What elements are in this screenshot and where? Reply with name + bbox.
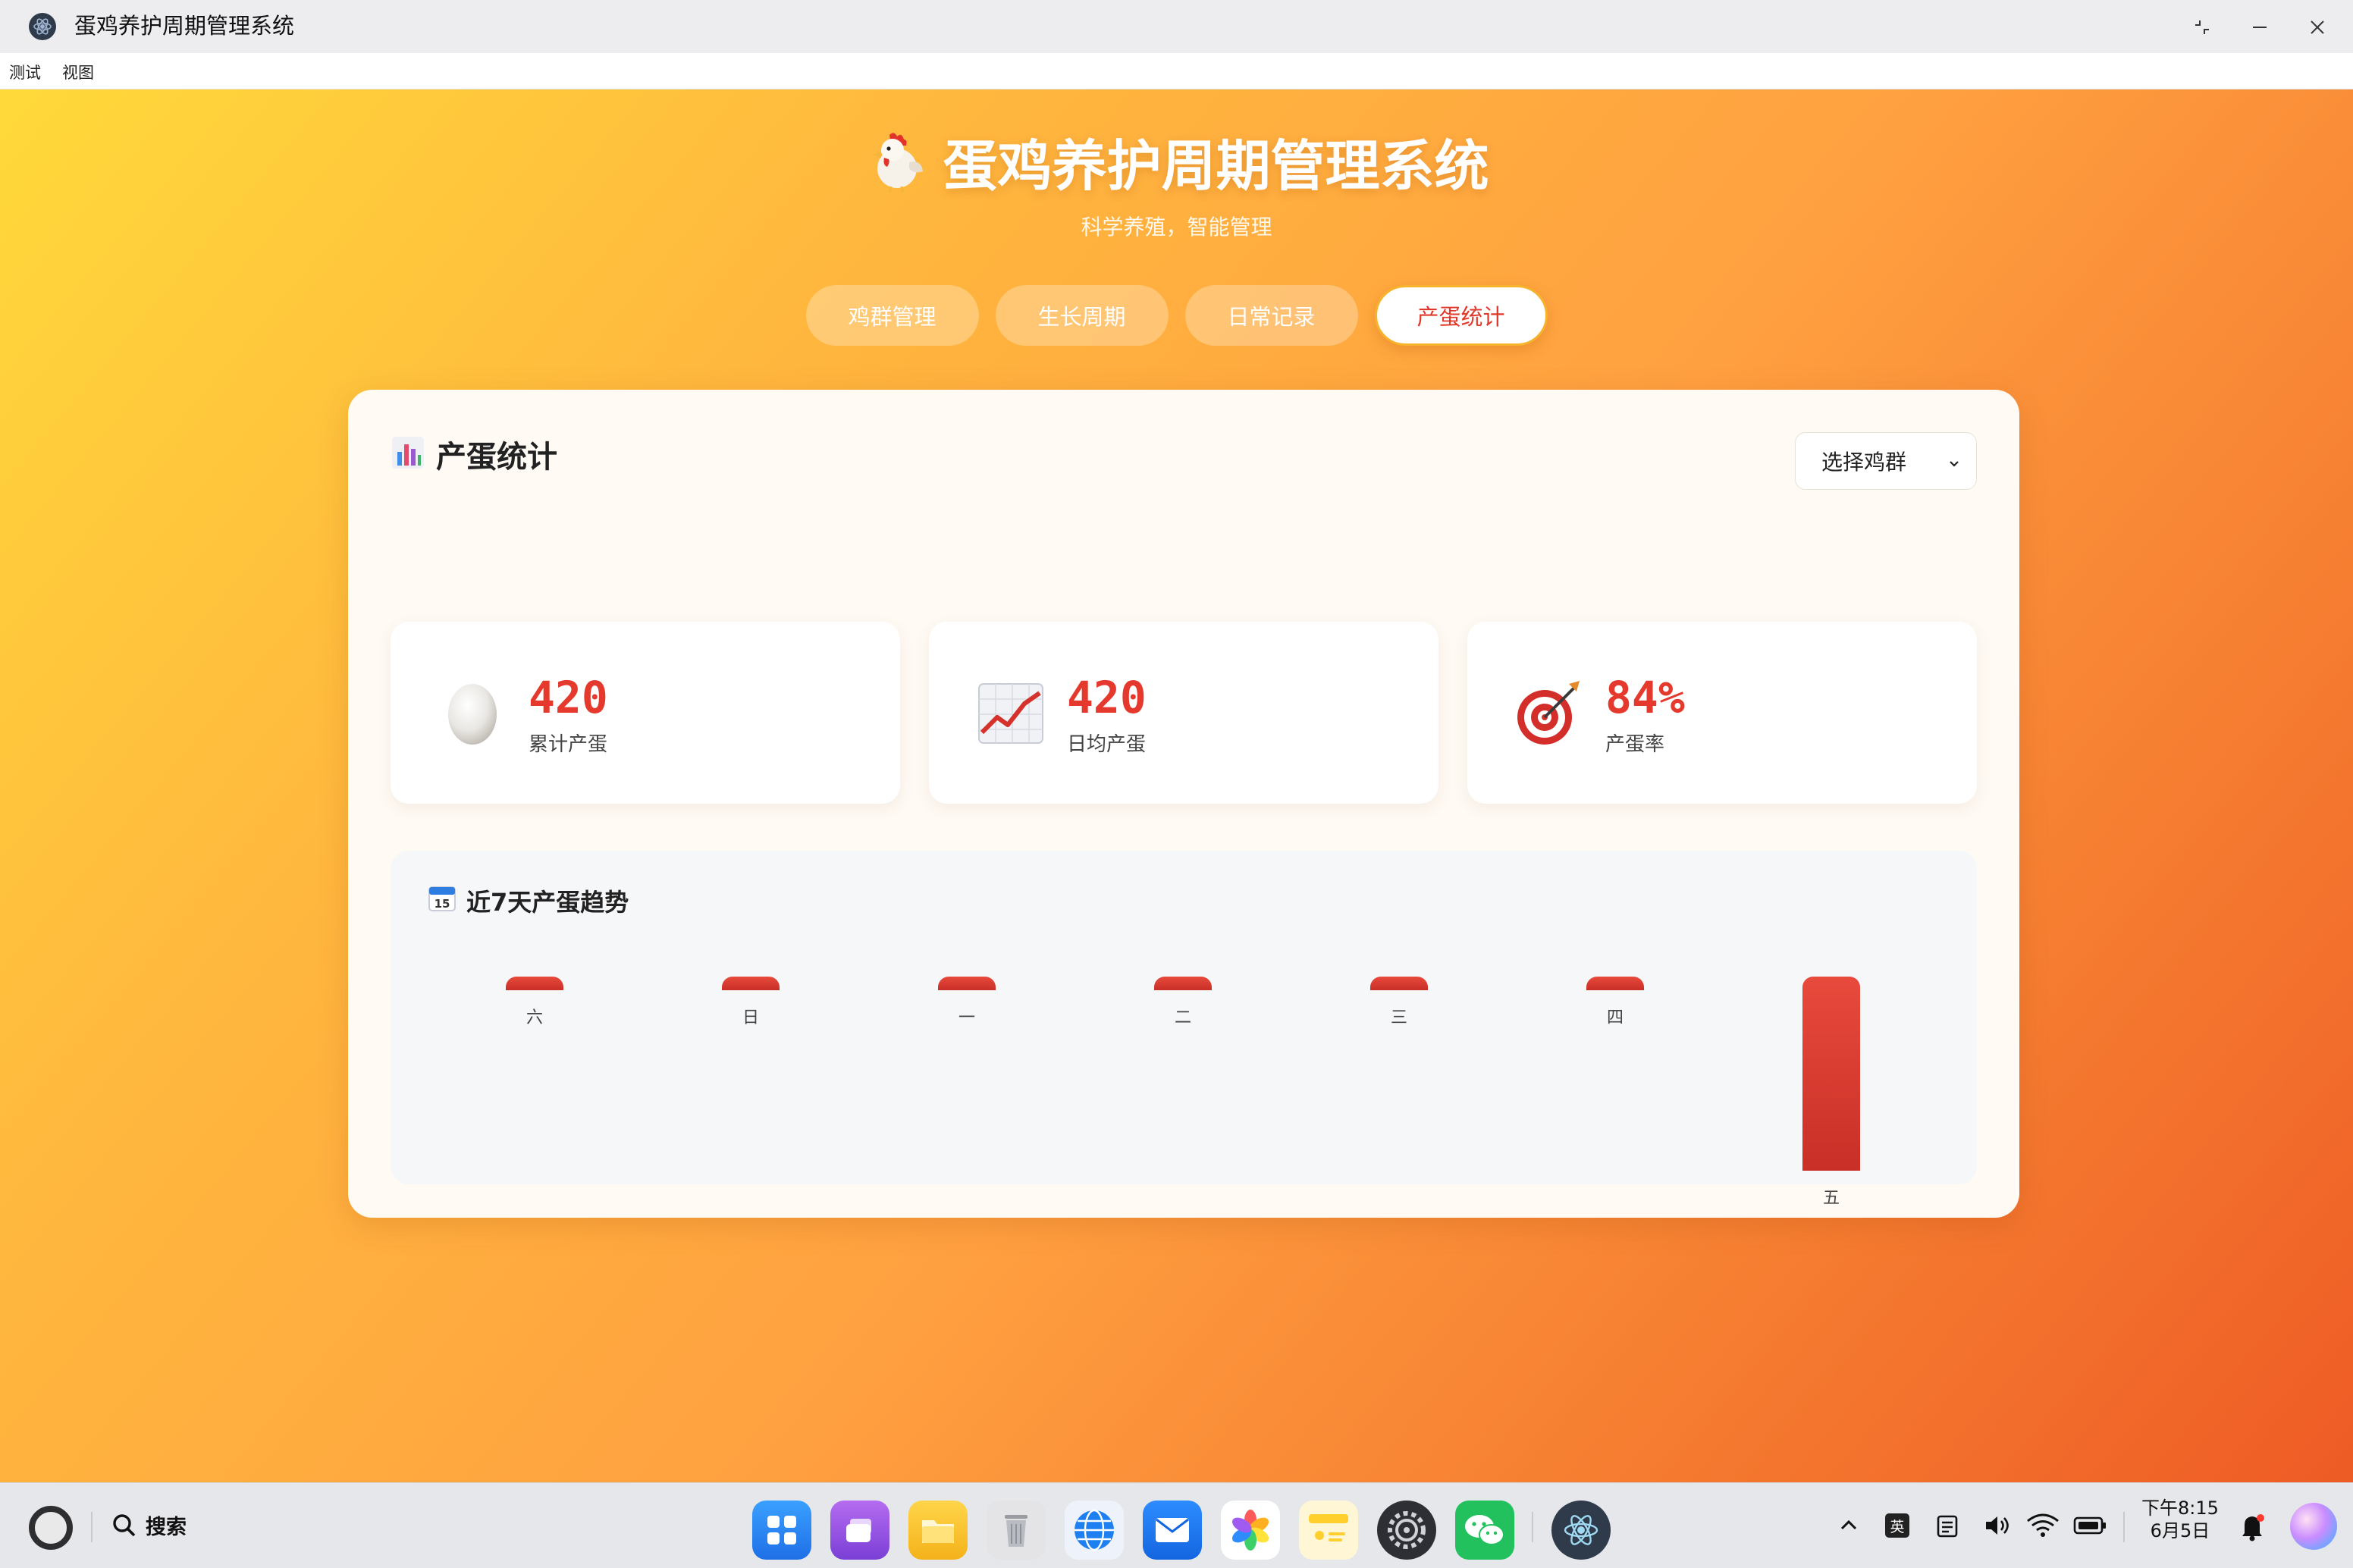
assistant-icon[interactable] [2290,1503,2337,1550]
app-title: 蛋鸡养护周期管理系统 [943,134,1489,199]
taskbar: 搜索 英 下午8:15 6月5日 [0,1482,2353,1568]
bar-label-5: 四 [1606,1008,1624,1027]
trash-icon[interactable] [987,1501,1046,1560]
ime-icon[interactable]: 英 [1884,1510,1911,1541]
bar-chart-icon [391,435,425,479]
minimize-icon[interactable] [2243,11,2276,44]
title-bar: 蛋鸡养护周期管理系统 [0,0,2353,53]
bar-5 [1586,977,1644,990]
menu-item-view[interactable]: 视图 [62,61,94,83]
wifi-icon[interactable] [2025,1510,2061,1541]
stat-card-total-eggs: 420 累计产蛋 [391,622,900,804]
app-content: 蛋鸡养护周期管理系统 科学养殖，智能管理 鸡群管理 生长周期 日常记录 产蛋统计… [0,89,2353,1482]
bar-label-3: 二 [1174,1008,1191,1027]
clock[interactable]: 下午8:15 6月5日 [2141,1497,2219,1542]
bar-label-1: 日 [742,1008,759,1027]
hero-title: 蛋鸡养护周期管理系统 [0,129,2353,212]
rooster-icon [864,129,929,212]
stat-label: 产蛋率 [1605,733,1665,756]
taskbar-divider [91,1512,93,1542]
menu-bar: 测试 视图 [0,53,2353,89]
target-icon [1513,676,1586,749]
stat-value: 84% [1605,672,1685,723]
stat-label: 日均产蛋 [1067,733,1147,756]
bar-label-0: 六 [526,1008,543,1027]
window-title: 蛋鸡养护周期管理系统 [74,13,295,39]
launcher-icon[interactable] [752,1501,811,1560]
electron-app-icon[interactable] [1551,1501,1611,1560]
multitask-icon[interactable] [830,1501,889,1560]
chevron-up-icon[interactable] [1835,1510,1862,1541]
search-label: 搜索 [146,1516,187,1539]
app-icon [29,13,56,40]
bar-area: 六 日 一 二 三 四五 [391,851,1977,1208]
tab-daily-records[interactable]: 日常记录 [1184,285,1358,346]
dock-divider [1532,1512,1533,1542]
taskbar-search[interactable]: 搜索 [111,1510,187,1540]
clock-time: 下午8:15 [2141,1497,2219,1519]
stat-label: 累计产蛋 [529,733,608,756]
notification-bell-icon[interactable] [2237,1510,2267,1544]
bar-1 [722,977,780,990]
stats-row: 420 累计产蛋 420 日均产蛋 84% 产蛋率 [391,622,1977,804]
bar-6 [1802,977,1860,1171]
egg-trend-chart: 15 近7天产蛋趋势 六日一二三四五 [391,851,1977,1208]
ime-label: 英 [1885,1513,1909,1538]
app-subtitle: 科学养殖，智能管理 [1081,215,1272,240]
notes-icon[interactable] [1299,1501,1358,1560]
stat-value: 420 [529,672,608,723]
stat-card-daily-average: 420 日均产蛋 [929,622,1438,804]
stat-card-laying-rate: 84% 产蛋率 [1467,622,1977,804]
tab-egg-statistics[interactable]: 产蛋统计 [1374,285,1548,346]
start-button[interactable] [29,1506,73,1550]
search-icon [113,1513,136,1536]
egg-icon [436,676,509,749]
restore-icon[interactable] [2185,11,2219,44]
settings-icon[interactable] [1377,1501,1436,1560]
tab-growth-cycle[interactable]: 生长周期 [995,285,1169,346]
tray-divider [2123,1512,2125,1542]
photos-icon[interactable] [1221,1501,1280,1560]
tab-bar: 鸡群管理 生长周期 日常记录 产蛋统计 [0,285,2353,346]
panel-title-text: 产蛋统计 [436,440,557,475]
trend-chart-icon [974,676,1047,749]
bar-label-6: 五 [1822,1189,1840,1208]
files-icon[interactable] [908,1501,968,1560]
bar-label-2: 一 [958,1008,975,1027]
flock-select-value: 选择鸡群 [1821,450,1907,475]
battery-icon[interactable] [2072,1510,2108,1541]
bar-2 [938,977,996,990]
menu-item-test[interactable]: 测试 [9,61,41,83]
close-icon[interactable] [2301,11,2334,44]
clipboard-icon[interactable] [1932,1510,1962,1541]
stat-value: 420 [1067,672,1147,723]
clock-date: 6月5日 [2150,1520,2210,1541]
flock-select[interactable]: 选择鸡群 [1795,432,1977,490]
chevron-down-icon [1946,453,1962,478]
bar-4 [1370,977,1428,990]
tab-flock-management[interactable]: 鸡群管理 [805,285,979,346]
mail-icon[interactable] [1143,1501,1202,1560]
egg-statistics-panel: 产蛋统计 选择鸡群 420 累计产蛋 420 日均产蛋 84% 产蛋率 15 近… [348,390,2019,1218]
panel-title: 产蛋统计 [391,435,557,479]
wechat-icon[interactable] [1455,1501,1514,1560]
volume-icon[interactable] [1982,1510,2013,1541]
bar-3 [1154,977,1212,990]
bar-0 [506,977,563,990]
bar-label-4: 三 [1390,1008,1407,1027]
browser-icon[interactable] [1065,1501,1124,1560]
